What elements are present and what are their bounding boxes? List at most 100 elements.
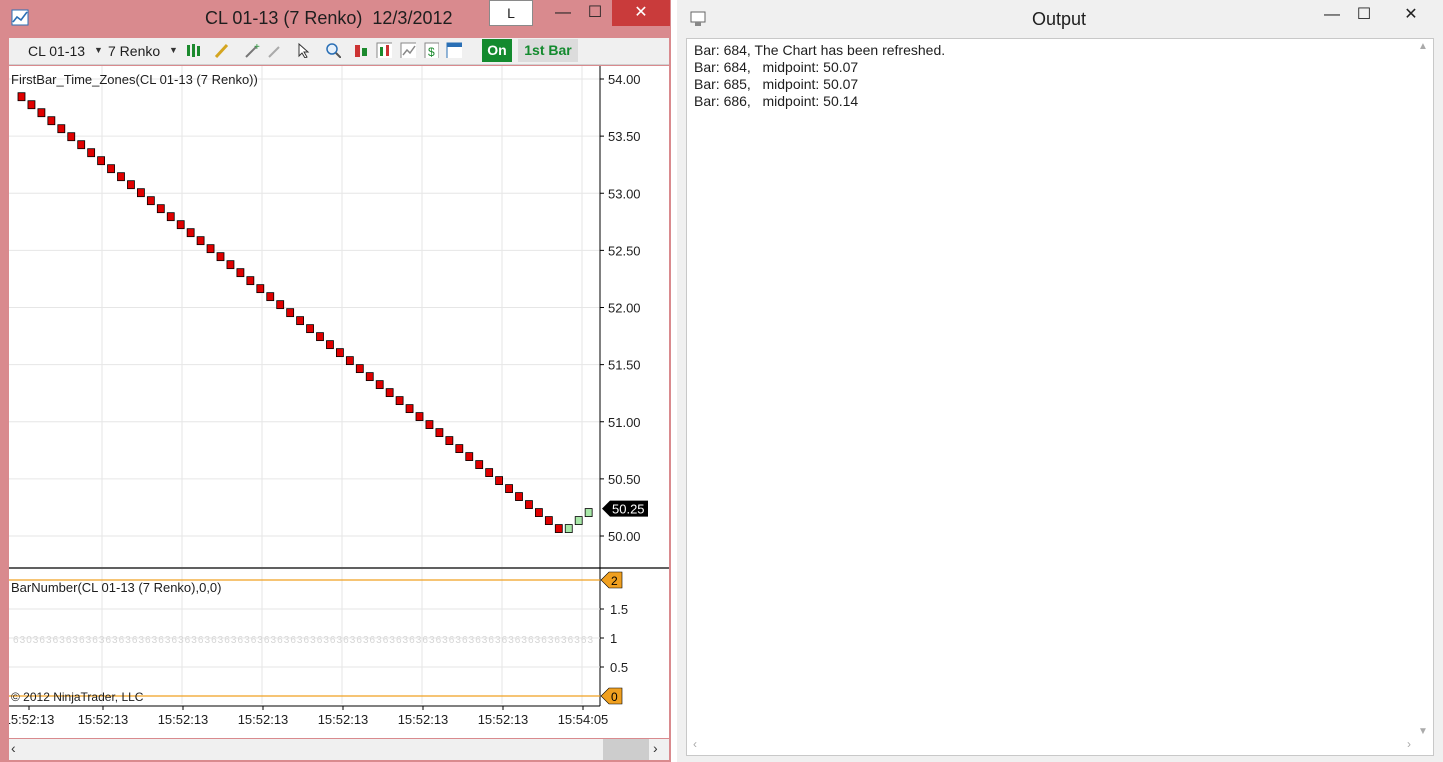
renko-brick [127,180,135,190]
renko-brick [425,420,434,430]
renko-brick [584,508,593,517]
output-text-pane[interactable]: Bar: 684, The Chart has been refreshed. … [686,38,1434,756]
time-tick-label: 15:52:13 [318,712,369,727]
lower-tick-label: 0.5 [610,660,628,675]
time-tick-label: 15:52:13 [78,712,129,727]
renko-brick [146,196,155,206]
renko-brick [485,468,494,477]
chart-close-button[interactable]: ✕ [612,0,670,26]
output-close-button[interactable]: ✕ [1383,2,1439,28]
output-maximize-button[interactable]: ☐ [1349,2,1379,28]
renko-brick [246,276,255,286]
renko-brick [97,156,105,166]
price-tick-label: 54.00 [608,72,641,87]
renko-brick [415,412,424,422]
svg-text:▼: ▼ [311,47,312,56]
indicators-icon[interactable] [376,42,392,58]
add-crosshair-icon[interactable]: + [244,42,260,58]
scroll-thumb[interactable] [603,739,649,760]
renko-brick [455,444,464,453]
renko-brick [37,108,46,118]
output-window: Output — ☐ ✕ Bar: 684, The Chart has bee… [677,0,1443,762]
renko-brick [345,356,354,366]
output-minimize-button[interactable]: — [1317,2,1347,28]
scroll-right-icon[interactable]: › [1407,737,1411,751]
orders-icon[interactable]: $ [423,42,439,58]
remove-tool-icon[interactable] [267,42,283,58]
time-tick-label: 15:52:13 [158,712,209,727]
pointer-icon[interactable]: ▼ [296,42,312,58]
renko-brick [375,380,384,390]
scroll-right-icon[interactable]: › [653,740,658,756]
l-button[interactable]: L [489,0,533,26]
price-tick-label: 52.00 [608,301,641,316]
renko-brick [256,284,265,294]
renko-brick [326,340,334,350]
lower-tick-label: 1 [610,631,617,646]
svg-text:$: $ [428,45,435,58]
drawing-tool-icon[interactable]: ▼ [214,42,230,58]
instrument-dropdown-icon[interactable]: ▼ [94,45,103,55]
chart-maximize-button[interactable]: ☐ [578,0,612,26]
price-tick-label: 53.50 [608,129,641,144]
renko-brick [525,500,533,509]
renko-brick [117,172,125,182]
output-line: Bar: 684, midpoint: 50.07 [694,59,859,75]
copyright-label: © 2012 NinjaTrader, LLC [11,690,144,704]
scroll-up-icon[interactable]: ▲ [1418,41,1428,52]
scroll-down-icon[interactable]: ▼ [1418,726,1428,737]
renko-brick [515,492,523,501]
time-tick-label: 15:52:13 [9,712,54,727]
chart-titlebar[interactable]: CL 01-13 (7 Renko) 12/3/2012 L — ☐ ✕ [0,0,671,36]
svg-text:+: + [254,42,260,53]
renko-brick [574,516,583,525]
renko-brick [435,428,444,438]
barnumber-marker-label: 0 [611,690,618,704]
renko-brick [166,212,175,222]
renko-brick [57,124,66,134]
zoom-icon[interactable] [325,42,341,58]
barnumber-faint-labels: 6303636363636363636363636363636363636363… [13,635,593,646]
price-tick-label: 50.50 [608,472,641,487]
price-tick-label: 53.00 [608,186,641,201]
chart-horizontal-scrollbar[interactable]: ‹ › [9,739,669,760]
chart-style-icon[interactable]: ▼ [186,42,202,58]
strategies-icon[interactable] [400,42,416,58]
barnumber-marker-label: 2 [611,574,618,588]
renko-brick [206,244,215,254]
renko-brick [266,292,275,302]
on-toggle-button[interactable]: On [482,39,512,62]
renko-brick [27,100,36,110]
renko-brick [535,508,543,517]
time-tick-label: 15:54:05 [558,712,609,727]
renko-brick [107,164,115,174]
last-price-label: 50.25 [612,502,645,517]
instrument-selector[interactable]: CL 01-13 [28,43,85,59]
renko-brick [87,148,96,158]
renko-brick [286,308,295,318]
scroll-left-icon[interactable]: ‹ [693,737,697,751]
interval-dropdown-icon[interactable]: ▼ [169,45,178,55]
chart-area[interactable]: 54.00 53.50 53.00 52.50 52.00 51.50 51.00 50.50… [9,66,669,738]
renko-brick [335,348,344,358]
output-line: Bar: 686, midpoint: 50.14 [694,93,859,109]
barnumber-panel: 1.5 1 0.5 2 0 6303636363636363636363636363636… [9,567,669,705]
chart-window-title: CL 01-13 (7 Renko) 12/3/2012 [205,8,453,28]
renko-brick [47,116,56,126]
renko-brick [495,476,504,485]
lower-tick-label: 1.5 [610,602,628,617]
chart-minimize-button[interactable]: — [546,0,580,26]
scroll-left-icon[interactable]: ‹ [11,740,16,756]
output-horizontal-scrollbar[interactable]: ‹ › [689,737,1415,753]
properties-icon[interactable] [446,42,462,58]
chart-svg[interactable]: 54.00 53.50 53.00 52.50 52.00 51.50 51.00 50.50… [9,66,669,738]
price-panel: 54.00 53.50 53.00 52.50 52.00 51.50 51.00 50.50… [11,66,648,706]
interval-selector[interactable]: 7 Renko [108,43,160,59]
output-vertical-scrollbar[interactable]: ▲ ▼ [1415,41,1431,737]
renko-brick [365,372,374,382]
output-app-icon [690,11,706,26]
bar-properties-icon[interactable] [353,42,369,58]
first-bar-button[interactable]: 1st Bar [518,39,578,62]
price-tick-label: 51.50 [608,358,641,373]
renko-brick [306,324,314,334]
